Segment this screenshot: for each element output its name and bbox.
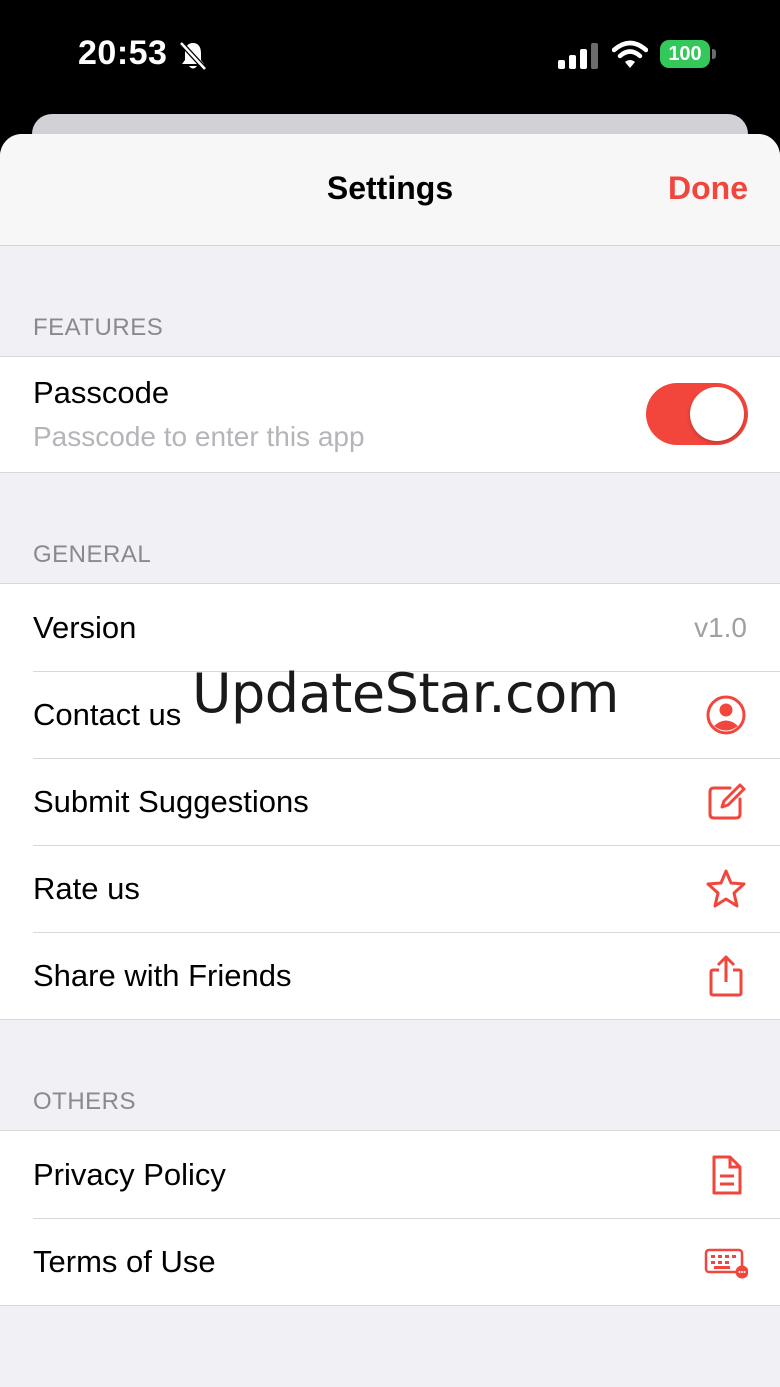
status-bar: 20:53 100 <box>0 0 780 112</box>
watermark: UpdateStar.com <box>192 662 619 725</box>
features-group: Passcode Passcode to enter this app <box>0 356 780 473</box>
submit-suggestions-label: Submit Suggestions <box>33 784 309 819</box>
privacy-policy-row[interactable]: Privacy Policy <box>0 1131 780 1218</box>
settings-sheet: Settings Done FEATURES Passcode Passcode… <box>0 134 780 1387</box>
done-button[interactable]: Done <box>668 170 748 207</box>
terms-of-use-label: Terms of Use <box>33 1244 216 1279</box>
privacy-policy-label: Privacy Policy <box>33 1157 226 1192</box>
general-group: Version v1.0 Contact us Submit Suggestio… <box>0 583 780 1020</box>
section-header-general: GENERAL <box>33 541 152 568</box>
passcode-title: Passcode <box>33 375 170 410</box>
star-icon <box>706 869 746 908</box>
page-title: Settings <box>326 170 454 206</box>
share-icon <box>709 955 743 997</box>
submit-suggestions-row[interactable]: Submit Suggestions <box>0 758 780 845</box>
share-with-friends-row[interactable]: Share with Friends <box>0 932 780 1019</box>
passcode-toggle[interactable] <box>646 383 748 445</box>
toggle-knob <box>690 387 744 441</box>
others-group: Privacy Policy Terms of Use <box>0 1130 780 1306</box>
battery-icon: 100 <box>660 40 710 68</box>
contact-us-label: Contact us <box>33 697 182 732</box>
document-icon <box>712 1155 742 1195</box>
bell-slash-icon <box>179 41 207 71</box>
section-header-others: OTHERS <box>33 1088 137 1115</box>
passcode-subtitle: Passcode to enter this app <box>33 421 365 452</box>
version-label: Version <box>33 610 137 645</box>
terms-of-use-row[interactable]: Terms of Use <box>0 1218 780 1305</box>
status-time: 20:53 <box>78 34 168 72</box>
wifi-icon <box>612 40 648 68</box>
battery-tip <box>712 49 716 59</box>
version-row: Version v1.0 <box>0 584 780 671</box>
square-pencil-icon <box>708 783 746 820</box>
rate-us-label: Rate us <box>33 871 140 906</box>
navigation-bar: Settings Done <box>0 134 780 246</box>
cellular-signal-icon <box>558 43 598 69</box>
keyboard-badge-icon <box>704 1248 748 1279</box>
section-header-features: FEATURES <box>33 314 164 341</box>
rate-us-row[interactable]: Rate us <box>0 845 780 932</box>
person-circle-icon <box>706 695 746 735</box>
version-value: v1.0 <box>694 612 747 643</box>
battery-level: 100 <box>668 43 702 65</box>
share-with-friends-label: Share with Friends <box>33 958 292 993</box>
passcode-row[interactable]: Passcode Passcode to enter this app <box>0 357 780 472</box>
